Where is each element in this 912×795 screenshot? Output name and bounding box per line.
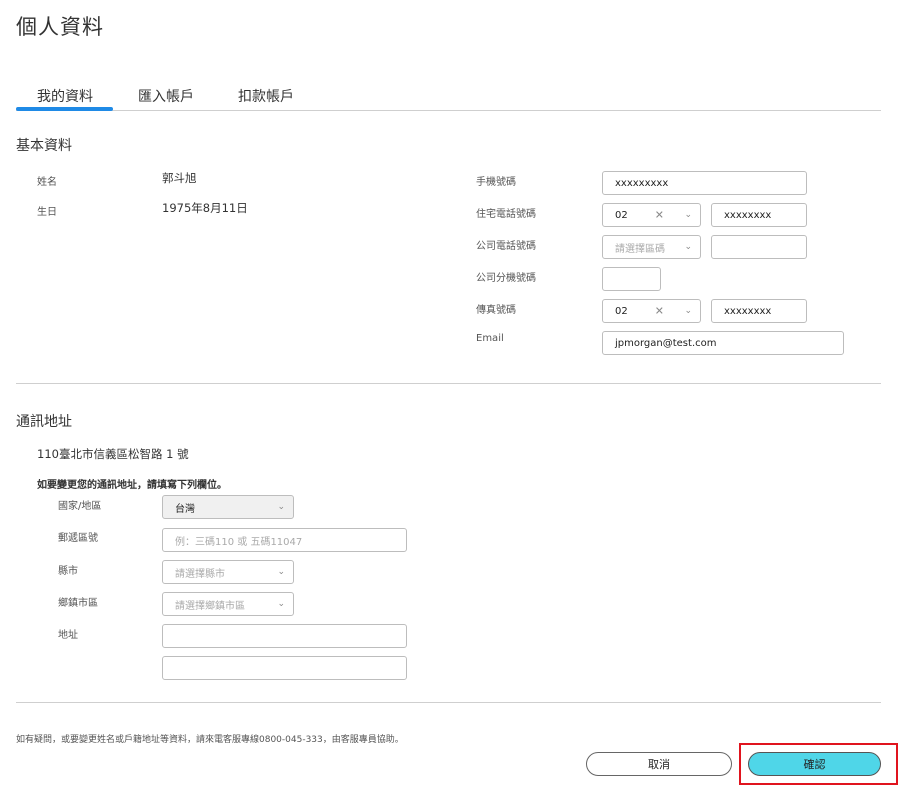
fax-number-input[interactable]: xxxxxxxx: [711, 299, 807, 323]
name-label: 姓名: [37, 177, 57, 188]
home-number-value: xxxxxxxx: [724, 209, 772, 221]
office-phone-label: 公司電話號碼: [476, 241, 536, 252]
email-input[interactable]: jpmorgan@test.com: [602, 331, 844, 355]
fax-number-value: xxxxxxxx: [724, 305, 772, 317]
district-select[interactable]: 請選擇鄉鎮市區 ⌄: [162, 592, 294, 616]
postal-placeholder: 例：三碼110 或 五碼11047: [175, 536, 303, 548]
confirm-button[interactable]: 確認: [748, 752, 881, 776]
tab-active-indicator: [16, 107, 113, 111]
fax-label: 傳真號碼: [476, 305, 516, 316]
chevron-down-icon: ⌄: [684, 210, 692, 220]
section-divider: [16, 702, 881, 703]
mobile-value: xxxxxxxxx: [615, 177, 669, 189]
office-area-placeholder: 請選擇區碼: [615, 243, 665, 255]
current-address: 110臺北市信義區松智路 1 號: [37, 447, 189, 461]
country-value: 台灣: [175, 503, 195, 515]
postal-label: 郵遞區號: [58, 533, 98, 544]
help-note: 如有疑問，或要變更姓名或戶籍地址等資料，請來電客服專線0800-045-333，…: [16, 735, 404, 745]
postal-input[interactable]: 例：三碼110 或 五碼11047: [162, 528, 407, 552]
birth-label: 生日: [37, 207, 57, 218]
fax-area-select[interactable]: 02 ✕ ⌄: [602, 299, 701, 323]
city-select[interactable]: 請選擇縣市 ⌄: [162, 560, 294, 584]
clear-icon[interactable]: ✕: [655, 209, 664, 222]
home-area-value: 02: [615, 209, 628, 221]
clear-icon[interactable]: ✕: [655, 305, 664, 318]
page-title: 個人資料: [16, 15, 104, 39]
street-input-2[interactable]: [162, 656, 407, 680]
email-value: jpmorgan@test.com: [615, 337, 717, 349]
extension-input[interactable]: [602, 267, 661, 291]
basic-info-title: 基本資料: [16, 138, 72, 154]
chevron-down-icon: ⌄: [277, 502, 285, 512]
chevron-down-icon: ⌄: [684, 306, 692, 316]
tab-import-account[interactable]: 匯入帳戶: [138, 86, 194, 112]
district-placeholder: 請選擇鄉鎮市區: [175, 600, 245, 612]
country-select[interactable]: 台灣 ⌄: [162, 495, 294, 519]
section-divider: [16, 383, 881, 384]
office-area-select[interactable]: 請選擇區碼 ⌄: [602, 235, 701, 259]
district-label: 鄉鎮市區: [58, 598, 98, 609]
extension-label: 公司分機號碼: [476, 273, 536, 284]
email-label: Email: [476, 333, 504, 344]
office-number-input[interactable]: [711, 235, 807, 259]
mobile-input[interactable]: xxxxxxxxx: [602, 171, 807, 195]
mobile-label: 手機號碼: [476, 177, 516, 188]
chevron-down-icon: ⌄: [684, 242, 692, 252]
home-area-select[interactable]: 02 ✕ ⌄: [602, 203, 701, 227]
street-input-1[interactable]: [162, 624, 407, 648]
address-instruction: 如要變更您的通訊地址，請填寫下列欄位。: [37, 480, 227, 491]
name-value: 郭斗旭: [162, 171, 197, 185]
fax-area-value: 02: [615, 305, 628, 317]
country-label: 國家/地區: [58, 501, 102, 512]
tabs-divider: [16, 110, 881, 111]
birth-value: 1975年8月11日: [162, 201, 248, 215]
home-phone-label: 住宅電話號碼: [476, 209, 536, 220]
city-label: 縣市: [58, 566, 78, 577]
chevron-down-icon: ⌄: [277, 599, 285, 609]
chevron-down-icon: ⌄: [277, 567, 285, 577]
address-title: 通訊地址: [16, 414, 72, 430]
cancel-button[interactable]: 取消: [586, 752, 732, 776]
tab-debit-account[interactable]: 扣款帳戶: [238, 86, 294, 112]
street-label: 地址: [58, 630, 78, 641]
city-placeholder: 請選擇縣市: [175, 568, 225, 580]
home-number-input[interactable]: xxxxxxxx: [711, 203, 807, 227]
